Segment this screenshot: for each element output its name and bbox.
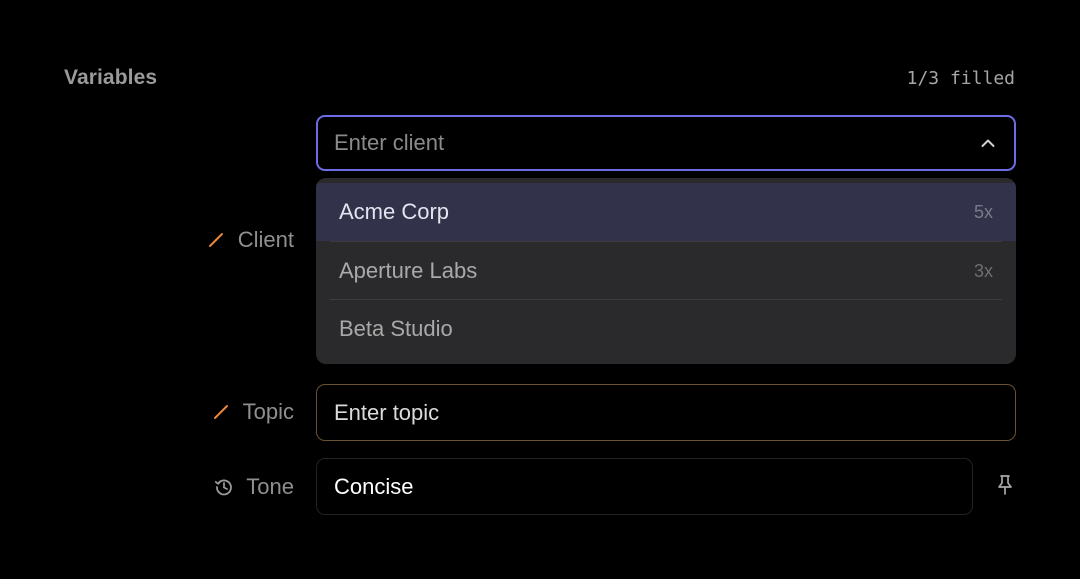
tone-input[interactable] [334, 473, 955, 500]
option-usage-count: 5x [973, 201, 993, 222]
topic-input[interactable] [334, 399, 998, 426]
client-label: Client [206, 227, 294, 253]
dropdown-option-acme-corp[interactable]: Acme Corp 5x [316, 183, 1016, 241]
pencil-icon [206, 230, 226, 250]
client-input[interactable] [334, 130, 978, 156]
pencil-icon [211, 402, 231, 422]
fill-status: 1/3 filled [906, 68, 1015, 89]
tone-field[interactable] [316, 458, 973, 515]
history-icon [214, 477, 234, 497]
dropdown-option-beta-studio[interactable]: Beta Studio [330, 300, 1002, 358]
tone-label-text: Tone [246, 474, 294, 499]
topic-label: Topic [211, 399, 294, 425]
option-label: Aperture Labs [339, 258, 478, 283]
dropdown-option-aperture-labs[interactable]: Aperture Labs 3x [330, 242, 1002, 300]
topic-field[interactable] [316, 384, 1016, 441]
topic-label-text: Topic [242, 399, 294, 424]
option-usage-count: 3x [973, 260, 993, 281]
tone-label: Tone [214, 474, 294, 500]
pin-button[interactable] [992, 474, 1018, 500]
pin-icon [996, 474, 1014, 501]
section-title: Variables [64, 66, 158, 89]
chevron-up-icon[interactable] [978, 133, 998, 153]
client-label-text: Client [237, 227, 294, 252]
client-dropdown-menu: Acme Corp 5x Aperture Labs 3x Beta Studi… [316, 178, 1016, 364]
client-combobox[interactable] [316, 115, 1016, 171]
option-label: Acme Corp [339, 199, 450, 224]
option-label: Beta Studio [339, 316, 453, 341]
